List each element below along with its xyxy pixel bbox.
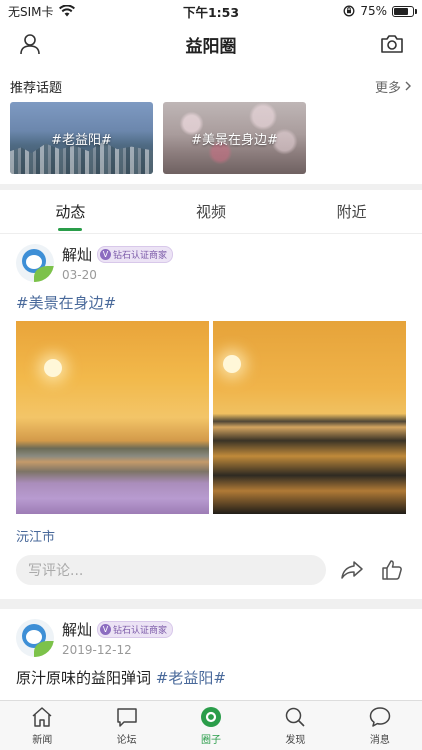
battery-level [394, 7, 408, 15]
post-meta: 解灿 V 钻石认证商家 03-20 [62, 244, 174, 282]
name-row: 解灿 V 钻石认证商家 [62, 619, 174, 640]
like-button[interactable] [378, 556, 406, 584]
nav-item-forum[interactable]: 论坛 [84, 701, 168, 750]
nav-item-circle[interactable]: 圈子 [169, 701, 253, 750]
post-photo[interactable] [16, 321, 209, 514]
post-photos [16, 321, 406, 514]
post-topic-link[interactable]: #老益阳# [156, 669, 226, 687]
verified-badge: V 钻石认证商家 [97, 246, 174, 263]
nav-label: 消息 [369, 735, 390, 746]
nav-item-news[interactable]: 新闻 [0, 701, 84, 750]
post-card[interactable]: 解灿 V 钻石认证商家 03-20 #美景在身边# 沅江市 写评论... [0, 234, 422, 599]
thumbs-up-icon [382, 560, 402, 580]
post-actions: 写评论... [16, 555, 406, 585]
topics-title: 推荐话题 [10, 80, 63, 96]
verified-icon: V [100, 249, 112, 260]
nav-item-messages[interactable]: 消息 [338, 701, 422, 750]
camera-icon [381, 35, 403, 53]
app-header: 益阳圈 [0, 22, 422, 66]
battery-icon [392, 5, 417, 17]
tab-label: 视频 [196, 203, 227, 221]
topics-more-link[interactable]: 更多 [375, 77, 412, 96]
share-icon [341, 561, 363, 579]
topics-header: 推荐话题 更多 [0, 66, 422, 98]
verified-icon: V [100, 624, 112, 635]
chat-bubble-icon [116, 708, 137, 727]
tab-videos[interactable]: 视频 [141, 190, 282, 233]
author-name[interactable]: 解灿 [62, 619, 92, 640]
nav-label: 圈子 [201, 735, 222, 746]
nav-item-discover[interactable]: 发现 [253, 701, 337, 750]
author-name[interactable]: 解灿 [62, 244, 92, 265]
recommended-topics: 推荐话题 更多 #老益阳# #美景在身边# [0, 66, 422, 184]
status-time: 下午1:53 [182, 4, 240, 20]
nav-label: 论坛 [116, 735, 137, 746]
feed[interactable]: 解灿 V 钻石认证商家 03-20 #美景在身边# 沅江市 写评论... 解灿 … [0, 234, 422, 700]
page-title: 益阳圈 [185, 36, 237, 57]
bottom-nav: 新闻 论坛 圈子 发现 消息 [0, 700, 422, 750]
circle-icon [201, 707, 222, 727]
tab-updates[interactable]: 动态 [0, 190, 141, 233]
carrier-label: 无SIM卡 [8, 4, 54, 19]
search-icon [286, 707, 305, 727]
status-bar: 无SIM卡 下午1:53 75% [0, 0, 422, 22]
orientation-lock-icon [343, 5, 355, 17]
name-row: 解灿 V 钻石认证商家 [62, 244, 174, 265]
share-button[interactable] [338, 556, 366, 584]
post-card[interactable]: 解灿 V 钻石认证商家 2019-12-12 原汁原味的益阳弹词 #老益阳# [0, 609, 422, 700]
avatar[interactable] [16, 619, 54, 657]
status-right: 75% [274, 4, 417, 18]
verified-badge: V 钻石认证商家 [97, 621, 174, 638]
message-icon [369, 707, 391, 727]
camera-button[interactable] [378, 30, 406, 58]
home-icon [32, 707, 52, 727]
post-header: 解灿 V 钻石认证商家 2019-12-12 [16, 619, 406, 657]
wifi-icon [58, 5, 75, 17]
post-location[interactable]: 沅江市 [16, 526, 406, 545]
post-text: 原汁原味的益阳弹词 #老益阳# [16, 667, 406, 688]
tab-label: 动态 [55, 203, 86, 221]
feed-tabs: 动态 视频 附近 [0, 190, 422, 234]
status-left: 无SIM卡 [8, 3, 148, 20]
topic-card-old-yiyang[interactable]: #老益阳# [10, 102, 153, 174]
chevron-right-icon [405, 81, 411, 91]
comment-input[interactable]: 写评论... [16, 555, 326, 585]
badge-label: 钻石认证商家 [113, 251, 168, 261]
post-topic-link[interactable]: #美景在身边# [16, 292, 406, 313]
topic-card-label: #美景在身边# [191, 132, 278, 148]
profile-button[interactable] [16, 30, 44, 58]
nav-label: 发现 [285, 735, 306, 746]
post-photo[interactable] [213, 321, 406, 514]
post-header: 解灿 V 钻石认证商家 03-20 [16, 244, 406, 282]
nav-label: 新闻 [32, 735, 53, 746]
user-icon [20, 34, 40, 55]
badge-label: 钻石认证商家 [113, 626, 168, 636]
post-meta: 解灿 V 钻石认证商家 2019-12-12 [62, 619, 174, 657]
topic-card-beauty-nearby[interactable]: #美景在身边# [163, 102, 306, 174]
topic-card-label: #老益阳# [51, 132, 112, 148]
avatar[interactable] [16, 244, 54, 282]
battery-percent: 75% [360, 4, 387, 18]
post-body: 原汁原味的益阳弹词 [16, 669, 152, 687]
tab-nearby[interactable]: 附近 [281, 190, 422, 233]
post-date: 2019-12-12 [62, 643, 132, 657]
topic-list: #老益阳# #美景在身边# [0, 98, 422, 178]
tab-label: 附近 [336, 203, 367, 221]
topics-more-label: 更多 [374, 80, 401, 96]
post-date: 03-20 [62, 268, 97, 282]
